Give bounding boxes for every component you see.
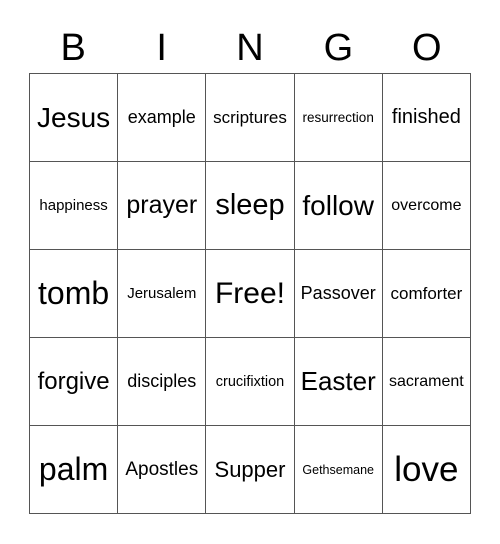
bingo-cell[interactable]: disciples xyxy=(118,338,207,426)
bingo-cell[interactable]: Passover xyxy=(294,250,383,338)
header-letter-b: B xyxy=(60,27,86,69)
bingo-cell[interactable]: Easter xyxy=(294,338,383,426)
bingo-header: B I N G O xyxy=(29,26,471,70)
bingo-cell[interactable]: forgive xyxy=(30,338,119,426)
bingo-cell[interactable]: Supper xyxy=(206,426,295,514)
header-letter-g: G xyxy=(323,27,354,69)
header-letter-n: N xyxy=(236,27,264,69)
bingo-grid: Jesus example scriptures resurrection fi… xyxy=(29,73,471,514)
bingo-cell[interactable]: sleep xyxy=(206,162,295,250)
bingo-cell[interactable]: sacrament xyxy=(382,338,471,426)
bingo-cell[interactable]: resurrection xyxy=(294,74,383,162)
bingo-cell[interactable]: Jerusalem xyxy=(118,250,207,338)
bingo-cell[interactable]: palm xyxy=(30,426,119,514)
bingo-cell[interactable]: comforter xyxy=(382,250,471,338)
bingo-cell[interactable]: follow xyxy=(294,162,383,250)
bingo-cell[interactable]: example xyxy=(118,74,207,162)
header-letter-i: I xyxy=(156,27,167,69)
bingo-cell[interactable]: Apostles xyxy=(118,426,207,514)
header-letter-o: O xyxy=(412,27,442,69)
bingo-cell[interactable]: crucifixtion xyxy=(206,338,295,426)
bingo-cell[interactable]: scriptures xyxy=(206,74,295,162)
bingo-cell[interactable]: happiness xyxy=(30,162,119,250)
bingo-cell[interactable]: tomb xyxy=(30,250,119,338)
bingo-cell[interactable]: love xyxy=(382,426,471,514)
bingo-cell[interactable]: overcome xyxy=(382,162,471,250)
bingo-cell[interactable]: Jesus xyxy=(30,74,119,162)
free-space[interactable]: Free! xyxy=(206,250,295,338)
bingo-cell[interactable]: Gethsemane xyxy=(294,426,383,514)
bingo-cell[interactable]: finished xyxy=(382,74,471,162)
bingo-cell[interactable]: prayer xyxy=(118,162,207,250)
